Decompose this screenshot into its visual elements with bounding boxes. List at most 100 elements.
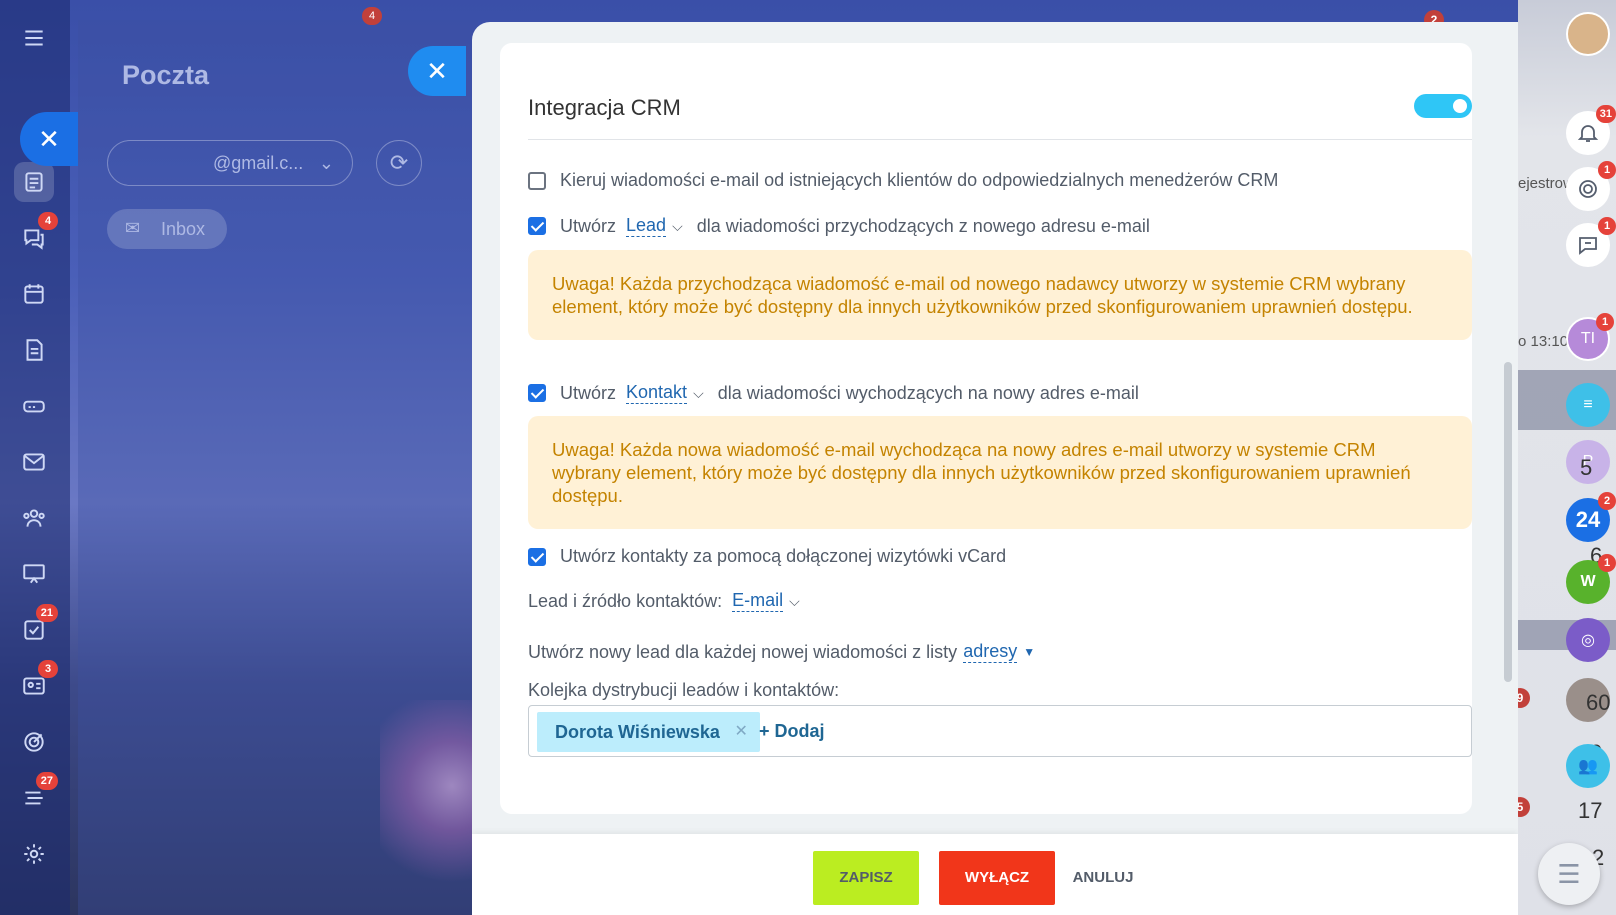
crm-badge: 3 (38, 660, 58, 678)
incoming-entity-dropdown[interactable]: Lead (626, 215, 667, 237)
add-label: Dodaj (774, 721, 825, 741)
incoming-row: Utwórz Lead ⌵ dla wiadomości przychodząc… (528, 215, 1150, 237)
source-label: Lead i źródło kontaktów: (528, 590, 723, 611)
vcard-label: Utwórz kontakty za pomocą dołączonej wiz… (560, 546, 1007, 566)
queue-member-name: Dorota Wiśniewska (555, 722, 720, 742)
vcard-checkbox[interactable] (528, 547, 546, 566)
notifications-badge: 31 (1595, 105, 1616, 123)
address-list-dropdown[interactable]: adresy (963, 641, 1018, 663)
bitrix24-logo: 24 (1575, 507, 1601, 532)
refresh-button[interactable]: ⟳ (376, 140, 422, 186)
vcard-row: Utwórz kontakty za pomocą dołączonej wiz… (528, 546, 1006, 567)
activity-button[interactable]: 1 (1566, 161, 1616, 211)
refresh-icon: ⟳ (389, 150, 409, 175)
chat-bubble-avatar[interactable]: ≡ (1566, 383, 1610, 427)
mailbox-select[interactable]: @gmail.c... ⌄ (107, 140, 353, 186)
close-icon: ✕ (38, 123, 60, 154)
route-existing-checkbox[interactable] (528, 171, 546, 190)
copilot-icon: ◎ (1581, 632, 1595, 649)
crm-settings-card: Integracja CRM Kieruj wiadomości e-mail … (500, 43, 1472, 814)
stream-icon[interactable]: 27 (14, 772, 58, 818)
save-button[interactable]: ZAPISZ (813, 851, 919, 905)
outgoing-entity-dropdown[interactable]: Kontakt (626, 382, 688, 404)
mail-title: Poczta (122, 60, 210, 90)
sync-chat-badge: 1 (1598, 217, 1616, 235)
avatar-ti-badge: 1 (1596, 313, 1614, 331)
activity-badge: 1 (1598, 161, 1616, 179)
presentation-icon[interactable] (14, 554, 54, 594)
user-avatar[interactable] (1566, 12, 1610, 56)
remove-member-icon[interactable]: ✕ (734, 712, 747, 752)
chat-preview-time: o 13:10 (1518, 333, 1569, 350)
feed-icon[interactable] (14, 162, 54, 202)
bitrix24-button[interactable]: 24 2 (1566, 492, 1616, 542)
crm-integration-slider: Integracja CRM Kieruj wiadomości e-mail … (472, 22, 1518, 915)
incoming-suffix: dla wiadomości przychodzących z nowego a… (696, 215, 1150, 236)
users-group-avatar[interactable]: 👥 (1566, 744, 1610, 788)
chevron-down-icon: ⌄ (318, 153, 334, 173)
hamburger-menu-icon[interactable] (14, 18, 54, 58)
section-title: Integracja CRM (528, 95, 681, 120)
close-icon: ✕ (426, 55, 448, 86)
queue-member-chip[interactable]: Dorota Wiśniewska ✕ (537, 712, 760, 752)
drive-icon[interactable] (14, 386, 54, 426)
avatar-ti-initials: TI (1580, 330, 1596, 347)
outgoing-row: Utwórz Kontakt ⌵ dla wiadomości wychodzą… (528, 382, 1139, 404)
new-lead-label: Utwórz nowy lead dla każdej nowej wiadom… (528, 641, 958, 662)
mail-icon[interactable] (14, 442, 54, 482)
employees-icon[interactable] (14, 498, 54, 538)
chat-bubble-icon: ≡ (1583, 396, 1593, 413)
chevron-down-icon[interactable]: ⌵ (693, 385, 704, 402)
disable-button[interactable]: WYŁĄCZ (939, 851, 1055, 905)
add-member-link[interactable]: + Dodaj (759, 721, 825, 742)
bell-icon (1577, 125, 1599, 142)
toggle-knob (1453, 99, 1467, 113)
target-icon[interactable] (14, 722, 54, 762)
route-existing-label: Kieruj wiadomości e-mail od istniejących… (560, 170, 1279, 190)
right-rail-menu-button[interactable]: ☰ (1538, 843, 1600, 905)
avatar-w-initial: W (1580, 573, 1596, 590)
chevron-down-icon[interactable]: ⌵ (672, 218, 683, 235)
plus-icon: + (759, 721, 770, 741)
outgoing-create-checkbox[interactable] (528, 384, 546, 402)
avatar-w[interactable]: W 1 (1566, 554, 1616, 604)
create-label: Utwórz (560, 382, 617, 403)
inbox-label: Inbox (161, 219, 206, 239)
tasks-badge: 21 (35, 604, 58, 622)
mailbox-select-value: @gmail.c... (213, 153, 304, 173)
vertical-scrollbar[interactable] (1504, 362, 1512, 682)
route-existing-row: Kieruj wiadomości e-mail od istniejących… (528, 170, 1278, 191)
tasks-icon[interactable]: 21 (14, 604, 58, 650)
distribution-queue-field[interactable]: Dorota Wiśniewska ✕ + Dodaj (528, 705, 1472, 757)
source-dropdown[interactable]: E-mail (732, 590, 784, 612)
inbox-folder[interactable]: ✉ Inbox (107, 209, 227, 249)
outgoing-suffix: dla wiadomości wychodzących na nowy adre… (717, 382, 1139, 403)
avatar-ti[interactable]: TI 1 (1566, 313, 1614, 361)
source-row: Lead i źródło kontaktów: E-mail ⌵ (528, 590, 814, 612)
close-rail-button[interactable]: ✕ (20, 112, 78, 166)
avatar-w-badge: 1 (1598, 554, 1616, 572)
copilot-button[interactable]: ◎ (1566, 618, 1610, 662)
crm-icon[interactable]: 3 (14, 660, 58, 706)
settings-gear-icon[interactable] (14, 834, 54, 874)
users-icon: 👥 (1578, 758, 1598, 775)
calendar-icon[interactable] (14, 274, 54, 314)
chat-badge: 4 (38, 212, 58, 230)
unread-count: 60 (1586, 690, 1611, 715)
incoming-create-checkbox[interactable] (528, 217, 546, 235)
target-icon (1579, 180, 1597, 198)
document-icon[interactable] (14, 330, 54, 370)
unread-count: 5 (1580, 455, 1593, 480)
chat-sync-icon (1579, 237, 1597, 255)
queue-label: Kolejka dystrybucji leadów i kontaktów: (528, 680, 840, 700)
cancel-button[interactable]: ANULUJ (1068, 851, 1138, 905)
sync-chat-button[interactable]: 1 (1566, 217, 1616, 267)
list-menu-icon: ☰ (1557, 858, 1581, 889)
chevron-down-icon[interactable]: ⌵ (789, 593, 800, 610)
chat-icon[interactable]: 4 (14, 212, 58, 258)
notifications-button[interactable]: 31 (1566, 105, 1616, 155)
caret-down-icon[interactable]: ▼ (1023, 645, 1035, 659)
action-footer: ZAPISZ WYŁĄCZ ANULUJ (472, 834, 1518, 915)
slider-close-button[interactable]: ✕ (408, 46, 466, 96)
crm-integration-toggle[interactable] (1414, 94, 1472, 118)
